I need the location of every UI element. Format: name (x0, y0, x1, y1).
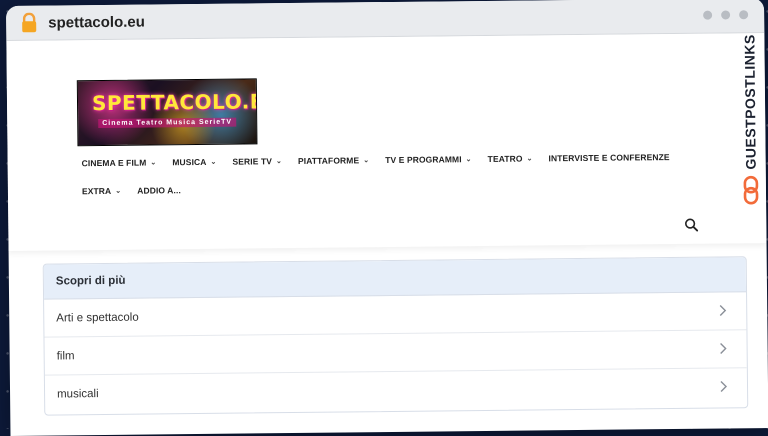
search-icon[interactable] (684, 218, 699, 232)
nav-label: TV E PROGRAMMI (385, 154, 462, 166)
logo-tagline: Cinema Teatro Musica SerieTV (98, 117, 237, 129)
chevron-right-icon (719, 379, 729, 393)
guestpostlinks-watermark: GUESTPOSTLINKS (738, 34, 762, 226)
discover-item[interactable]: musicali (45, 368, 747, 412)
nav-item-interviste-e-conferenze[interactable]: INTERVISTE E CONFERENZE (548, 150, 669, 165)
nav-label: ADDIO A... (137, 185, 181, 196)
nav-item-teatro[interactable]: TEATRO ⌄ (488, 151, 533, 165)
chevron-down-icon: ⌄ (150, 159, 157, 167)
chevron-down-icon: ⌄ (465, 156, 472, 164)
nav-item-tv-e-programmi[interactable]: TV E PROGRAMMI ⌄ (385, 152, 472, 167)
nav-label: TEATRO (487, 153, 523, 164)
link-icon (742, 175, 760, 205)
site-logo[interactable]: SPETTACOLO.EU Cinema Teatro Musica Serie… (76, 78, 258, 147)
chevron-down-icon: ⌄ (115, 187, 122, 195)
nav-label: INTERVISTE E CONFERENZE (548, 152, 670, 164)
site-header: SPETTACOLO.EU Cinema Teatro Musica Serie… (6, 33, 767, 251)
discover-item-label: film (56, 349, 75, 362)
window-dot-icon[interactable] (739, 10, 749, 20)
chevron-down-icon: ⌄ (363, 157, 370, 165)
nav-label: PIATTAFORME (297, 155, 360, 166)
address-url[interactable]: spettacolo.eu (48, 13, 145, 31)
browser-window: spettacolo.eu SPETTACOLO.EU Cinema Teatr… (6, 0, 768, 436)
nav-item-musica[interactable]: MUSICA ⌄ (172, 155, 216, 169)
chevron-down-icon: ⌄ (210, 158, 217, 166)
main-nav: CINEMA E FILM ⌄ MUSICA ⌄ SERIE TV ⌄ PIATTAF… (82, 150, 702, 198)
chevron-right-icon (718, 303, 728, 317)
logo-title: SPETTACOLO.EU (91, 89, 258, 116)
nav-item-cinema-e-film[interactable]: CINEMA E FILM ⌄ (82, 155, 157, 170)
lock-icon (20, 12, 38, 33)
nav-item-serie-tv[interactable]: SERIE TV ⌄ (232, 154, 282, 169)
chevron-right-icon (719, 341, 729, 355)
window-dot-icon[interactable] (721, 10, 731, 20)
nav-item-addio-a[interactable]: ADDIO A... (137, 183, 181, 197)
nav-label: MUSICA (172, 156, 207, 168)
window-controls (703, 10, 749, 20)
chevron-down-icon: ⌄ (275, 158, 283, 166)
discover-item-label: musicali (57, 387, 99, 400)
watermark-text: GUESTPOSTLINKS (741, 34, 759, 170)
nav-label: SERIE TV (232, 156, 273, 167)
nav-item-extra[interactable]: EXTRA ⌄ (82, 184, 121, 198)
nav-item-piattaforme[interactable]: PIATTAFORME ⌄ (298, 153, 369, 168)
discover-more-panel: Scopri di più Arti e spettacolo film mus… (42, 256, 749, 416)
chevron-down-icon: ⌄ (526, 155, 533, 163)
nav-label: CINEMA E FILM (81, 157, 147, 169)
discover-item-label: Arti e spettacolo (56, 311, 139, 324)
window-dot-icon[interactable] (703, 10, 713, 20)
nav-label: EXTRA (81, 185, 112, 197)
